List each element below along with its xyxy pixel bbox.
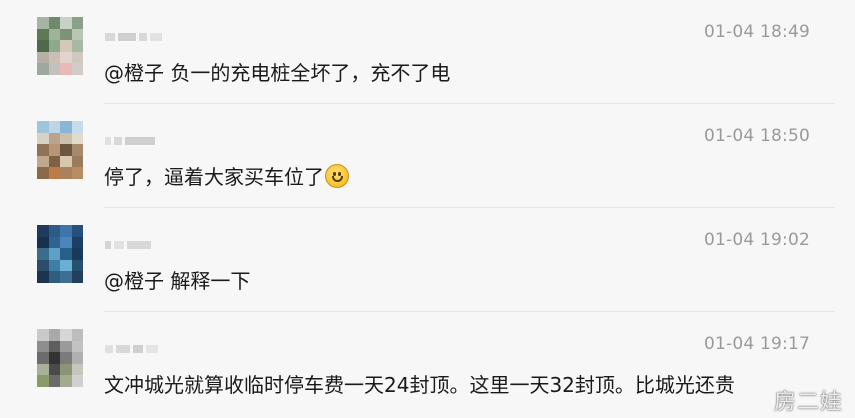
username-blurred[interactable] — [105, 339, 165, 359]
comment-timestamp: 01-04 19:17 — [704, 334, 810, 354]
avatar[interactable] — [37, 121, 83, 179]
watermark: 房二娃 — [773, 390, 843, 415]
comment-text: 停了，逼着大家买车位了 — [104, 161, 835, 190]
comment-timestamp: 01-04 19:02 — [704, 230, 810, 250]
username-blurred[interactable] — [105, 131, 165, 151]
username-blurred[interactable] — [105, 235, 165, 255]
comment-item: 01-04 19:02 @橙子 解释一下 — [0, 208, 855, 312]
comment-item: 01-04 18:49 @橙子 负一的充电桩全坏了，充不了电 — [0, 0, 855, 104]
avatar[interactable] — [37, 17, 83, 75]
comment-item: 01-04 18:50 停了，逼着大家买车位了 — [0, 104, 855, 208]
comment-timestamp: 01-04 18:50 — [704, 126, 810, 146]
comment-item: 01-04 19:17 文冲城光就算收临时停车费一天24封顶。这里一天32封顶。… — [0, 312, 855, 416]
comment-text-content: 停了，逼着大家买车位了 — [104, 165, 324, 189]
smile-emoji-icon — [325, 164, 349, 188]
comment-text: @橙子 负一的充电桩全坏了，充不了电 — [104, 61, 451, 85]
comment-feed: 01-04 18:49 @橙子 负一的充电桩全坏了，充不了电 01-04 18:… — [0, 0, 855, 418]
username-blurred[interactable] — [105, 27, 165, 47]
comment-timestamp: 01-04 18:49 — [704, 22, 810, 42]
avatar[interactable] — [37, 329, 83, 387]
avatar[interactable] — [37, 225, 83, 283]
comment-text: 文冲城光就算收临时停车费一天24封顶。这里一天32封顶。比城光还贵 — [104, 373, 735, 397]
comment-text: @橙子 解释一下 — [104, 269, 251, 293]
